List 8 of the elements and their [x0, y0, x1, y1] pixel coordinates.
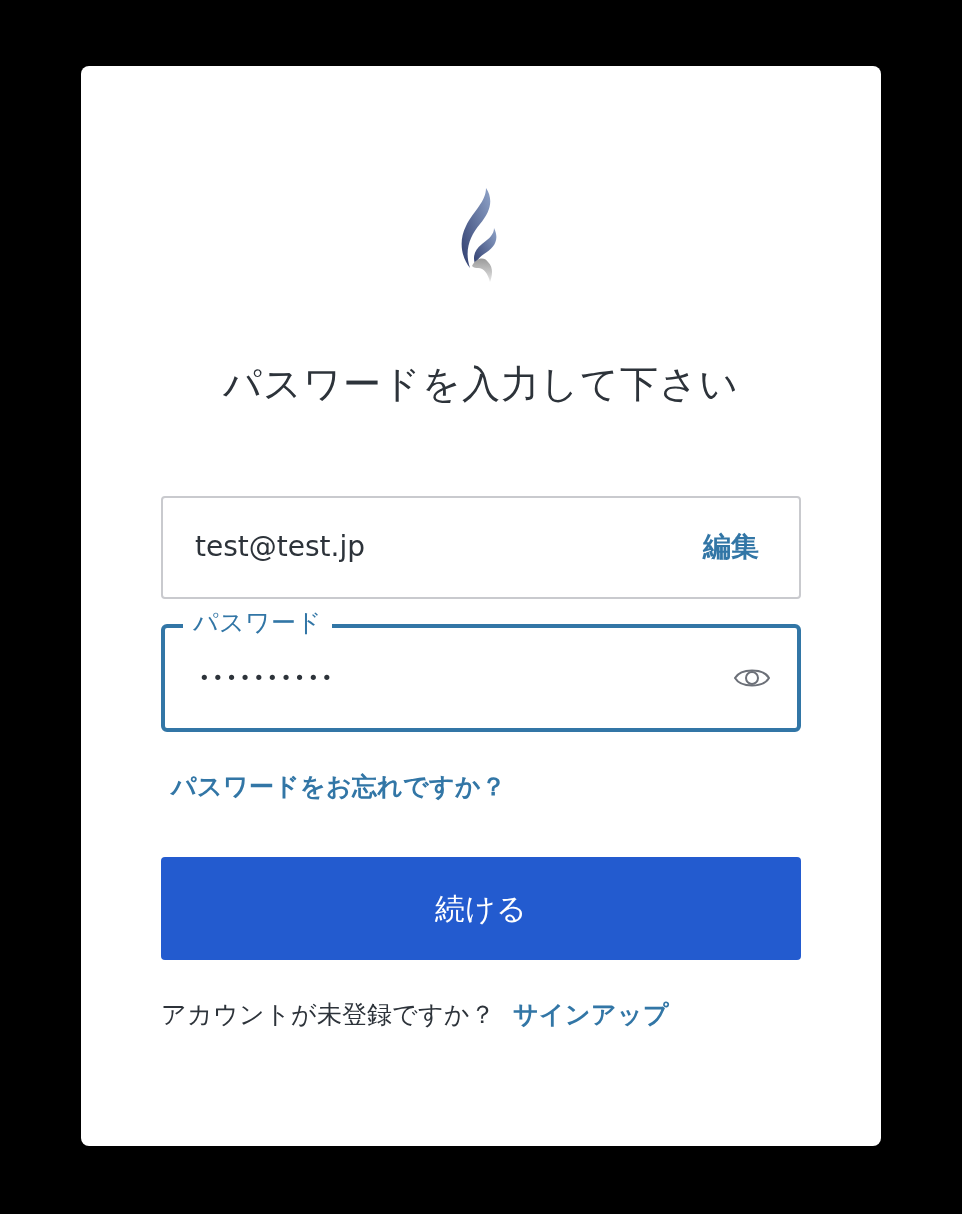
edit-link[interactable]: 編集 [703, 526, 759, 569]
forgot-password-link[interactable]: パスワードをお忘れですか？ [171, 767, 506, 806]
email-value: test@test.jp [195, 529, 365, 566]
continue-button[interactable]: 続ける [161, 857, 801, 961]
page-title: パスワードを入力して下さい [222, 362, 740, 408]
signup-prompt: アカウントが未登録ですか？ [161, 999, 495, 1032]
password-value: •••••••••• [199, 666, 337, 691]
signup-link[interactable]: サインアップ [513, 996, 669, 1034]
